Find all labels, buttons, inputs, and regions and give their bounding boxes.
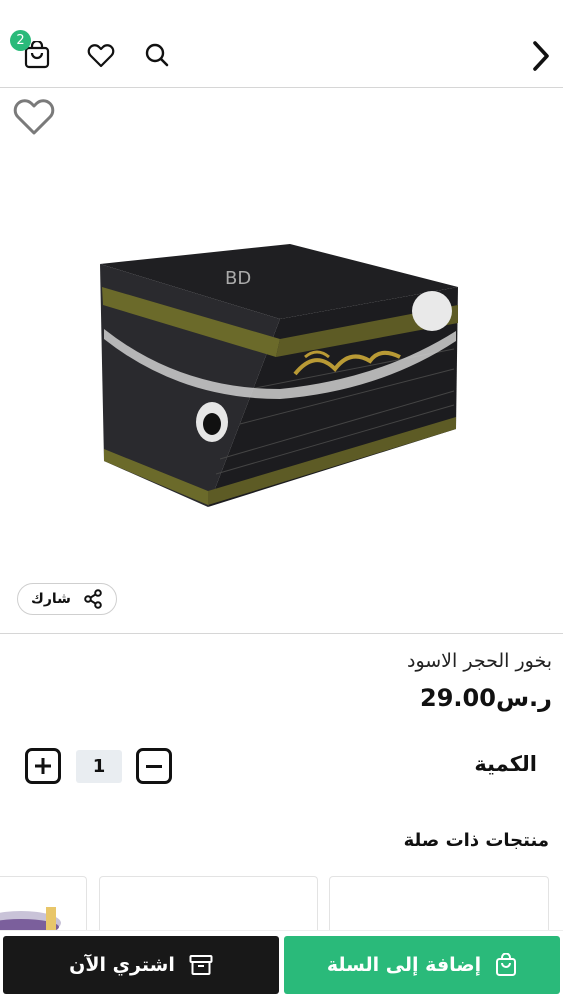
buy-now-label: اشتري الآن [69, 954, 175, 976]
related-products-title: منتجات ذات صلة [403, 830, 549, 851]
plus-icon [35, 758, 51, 774]
bottom-action-bar: إضافة إلى السلة اشتري الآن [0, 930, 563, 1000]
svg-text:BD: BD [225, 268, 251, 289]
quantity-value[interactable]: 1 [76, 750, 122, 783]
product-image[interactable]: BD [90, 239, 470, 519]
add-to-cart-button[interactable]: إضافة إلى السلة [284, 936, 560, 994]
back-button[interactable] [522, 36, 560, 76]
cart-count-badge: 2 [10, 30, 31, 51]
cart-icon [496, 953, 517, 976]
quantity-decrease-button[interactable] [136, 748, 172, 784]
favorite-button[interactable] [12, 97, 58, 141]
share-label: شارك [31, 591, 71, 607]
heart-outline-icon [13, 99, 55, 135]
archive-box-icon [189, 955, 213, 975]
quantity-increase-button[interactable] [25, 748, 61, 784]
chevron-right-icon [533, 41, 549, 71]
minus-icon [146, 764, 162, 768]
heart-icon [87, 44, 115, 68]
share-icon [84, 589, 102, 609]
search-button[interactable] [138, 36, 176, 74]
product-title: بخور الحجر الاسود [406, 650, 552, 672]
buy-now-button[interactable]: اشتري الآن [3, 936, 279, 994]
top-bar: 2 [0, 0, 563, 88]
product-gallery: BD شارك [0, 89, 563, 634]
quantity-label: الكمية [474, 752, 537, 776]
wishlist-button[interactable] [82, 36, 120, 74]
product-price: ر.س29.00 [420, 684, 552, 712]
share-button[interactable]: شارك [17, 583, 117, 615]
add-to-cart-label: إضافة إلى السلة [326, 954, 482, 976]
search-icon [145, 43, 169, 67]
